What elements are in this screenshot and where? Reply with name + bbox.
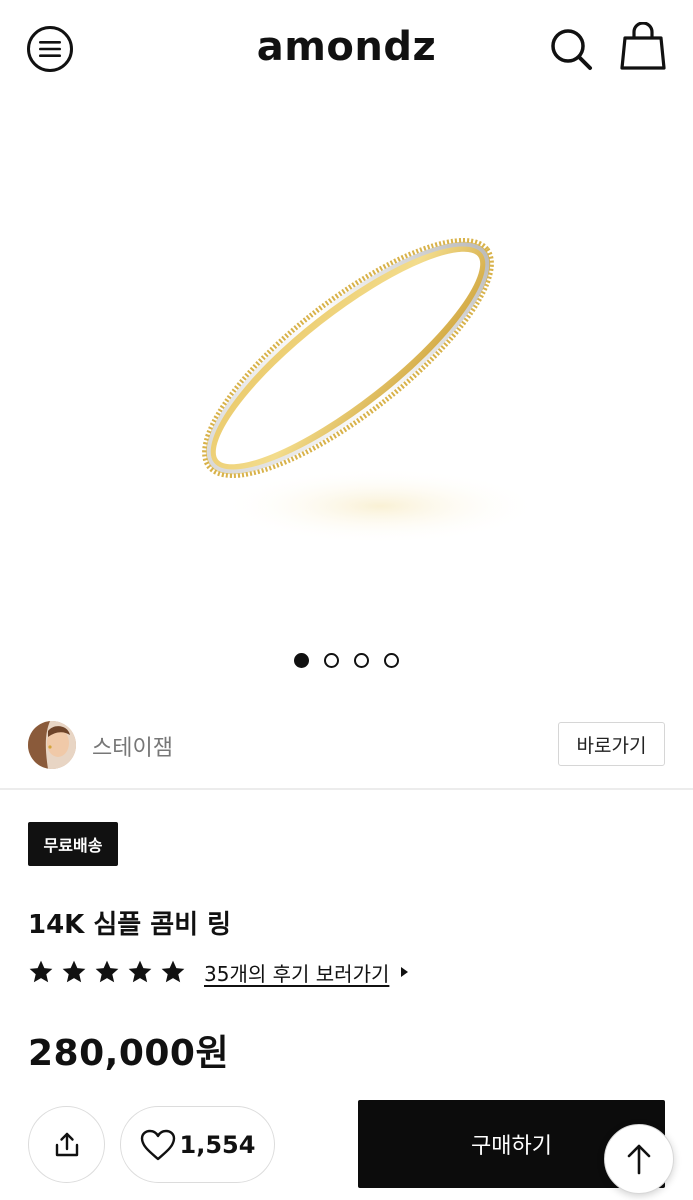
rating-row: 35개의 후기 보러가기	[28, 956, 409, 988]
star-icon	[128, 960, 152, 983]
search-icon	[551, 29, 592, 70]
product-image[interactable]	[0, 96, 693, 646]
goto-shop-button[interactable]: 바로가기	[558, 722, 665, 766]
seller-row: 스테이잼 바로가기	[0, 716, 693, 790]
rating-stars	[28, 959, 186, 985]
carousel-dot-3[interactable]	[354, 653, 369, 668]
carousel-dot-2[interactable]	[324, 653, 339, 668]
carousel-dot-1[interactable]	[294, 653, 309, 668]
star-icon	[62, 960, 86, 983]
cart-button[interactable]	[620, 21, 666, 72]
review-link[interactable]: 35개의 후기 보러가기	[204, 958, 389, 987]
like-button[interactable]: 1,554	[120, 1106, 275, 1183]
app-header: amondz	[0, 0, 693, 96]
avatar-image	[28, 721, 76, 769]
seller-avatar[interactable]	[28, 721, 76, 769]
like-count: 1,554	[179, 1130, 256, 1159]
chevron-right-icon[interactable]	[401, 967, 409, 977]
arrow-up-icon	[627, 1144, 651, 1175]
carousel-dot-4[interactable]	[384, 653, 399, 668]
seller-name[interactable]: 스테이잼	[92, 730, 173, 762]
carousel-dots	[0, 653, 693, 668]
free-shipping-badge: 무료배송	[28, 822, 118, 866]
share-button[interactable]	[28, 1106, 105, 1183]
star-icon	[95, 960, 119, 983]
shopping-bag-icon	[620, 21, 666, 70]
product-title: 14K 심플 콤비 링	[28, 910, 232, 940]
product-price: 280,000원	[28, 1033, 230, 1074]
share-icon	[55, 1132, 78, 1156]
scroll-top-button[interactable]	[604, 1124, 674, 1194]
search-button[interactable]	[548, 26, 594, 72]
ring-image	[202, 238, 540, 544]
heart-icon	[140, 1129, 175, 1160]
star-icon	[29, 960, 53, 983]
star-icon	[161, 960, 185, 983]
